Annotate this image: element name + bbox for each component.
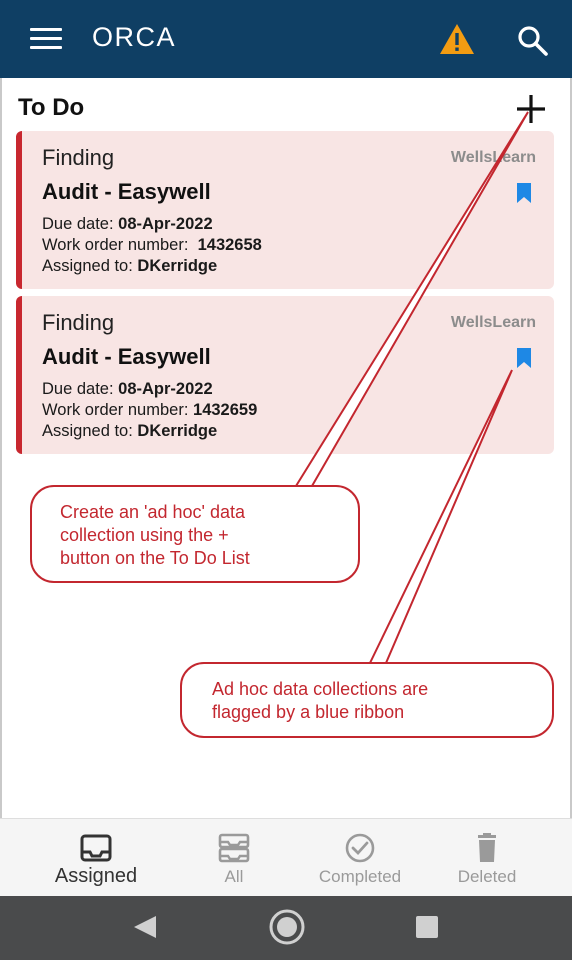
card-title: Audit - Easywell [42,179,211,204]
section-title-todo: To Do [18,94,85,121]
inbox-stack-icon [218,833,250,863]
annotation-callout-ribbon: Ad hoc data collections are flagged by a… [180,662,554,738]
annotation-callout-add: Create an 'ad hoc' data collection using… [30,485,360,583]
home-circle-icon[interactable] [268,908,306,946]
system-nav-bar [0,896,572,960]
recent-apps-square-icon[interactable] [414,914,440,940]
card-type: Finding [42,310,115,335]
back-triangle-icon[interactable] [132,914,158,940]
card-due-date: Due date: 08-Apr-2022 [42,215,213,233]
tab-deleted[interactable]: Deleted [417,819,557,897]
app-title: ORCA [92,22,177,52]
tab-all[interactable]: All [164,819,304,897]
todo-card[interactable]: Finding WellsLearn Audit - Easywell Due … [16,131,554,289]
tab-label: Assigned [54,865,138,887]
tab-assigned[interactable]: Assigned [26,819,166,897]
tab-label: All [224,867,244,886]
inbox-icon [80,834,112,862]
tab-label: Completed [318,867,402,886]
card-work-order: Work order number: 1432659 [42,401,258,419]
hamburger-menu-icon[interactable] [30,28,62,50]
tab-completed[interactable]: Completed [290,819,430,897]
tab-label: Deleted [457,867,517,886]
card-title: Audit - Easywell [42,344,211,369]
card-source: WellsLearn [450,149,536,166]
card-work-order: Work order number: 1432658 [42,236,262,254]
check-circle-icon [345,833,375,863]
card-source: WellsLearn [450,314,536,331]
search-icon[interactable] [516,24,550,58]
app-bar: ORCA [0,0,572,78]
card-assigned-to: Assigned to: DKerridge [42,257,218,275]
warning-triangle-icon[interactable] [438,22,476,56]
card-due-date: Due date: 08-Apr-2022 [42,380,213,398]
trash-icon [478,833,496,862]
plus-icon[interactable] [514,92,548,126]
bookmark-ribbon-icon [517,348,531,368]
bottom-tab-bar: Assigned All Completed Deleted [0,818,572,897]
bookmark-ribbon-icon [517,183,531,203]
card-assigned-to: Assigned to: DKerridge [42,422,218,440]
todo-card[interactable]: Finding WellsLearn Audit - Easywell Due … [16,296,554,454]
card-type: Finding [42,145,115,170]
